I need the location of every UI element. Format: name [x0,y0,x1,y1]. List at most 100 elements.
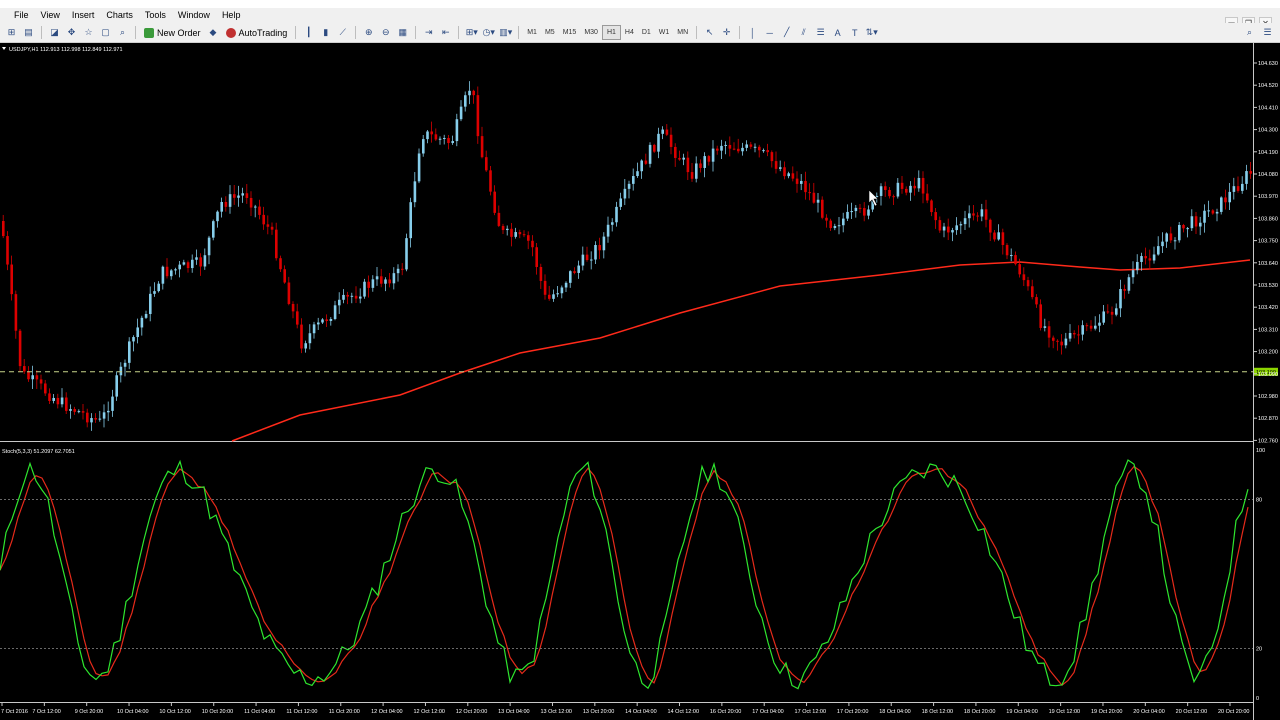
candle-body [182,262,186,265]
candle-body [774,161,778,169]
zoom-out-icon[interactable]: ⊖ [378,25,393,40]
zoom-in-icon[interactable]: ⊕ [361,25,376,40]
new-order-label: New Order [157,27,201,38]
candle-body [980,209,984,217]
indicator-header: Stoch(5,3,3) 51.2097 62.7051 [2,449,75,455]
arrows-icon[interactable]: ⇅▾ [864,25,879,40]
menu-view[interactable]: View [35,8,66,23]
stoch-level-label: 100 [1256,448,1265,454]
candle-body [434,134,438,140]
price-label: 103.200 [1258,350,1278,356]
candle-body [1081,325,1084,335]
terminal-icon[interactable]: ▢ [98,25,113,40]
menu-file[interactable]: File [0,8,35,23]
cursor-icon[interactable]: ↖ [702,25,717,40]
price-label: 104.300 [1258,128,1278,134]
candle-body [846,211,849,219]
market-watch-icon[interactable]: ◪ [47,25,62,40]
candle-body [653,144,656,152]
meta-editor-icon[interactable]: ◆ [206,25,221,40]
horizontal-line-icon[interactable]: ─ [762,25,777,40]
stoch-level-label: 20 [1256,646,1262,652]
candle-body [1077,334,1080,336]
candle-body [18,330,22,367]
indicators-icon[interactable]: ⊞▾ [464,25,479,40]
candle-body [354,295,358,299]
trendline-icon[interactable]: ╱ [779,25,794,40]
tester-icon[interactable]: ⌕ [115,25,130,40]
candle-body [485,157,488,171]
candle-body [249,197,253,208]
candle-body [1043,326,1047,328]
community-icon[interactable]: ☰ [1260,25,1275,40]
candle-body [455,119,459,142]
menu-window[interactable]: Window [172,8,216,23]
menu-insert[interactable]: Insert [66,8,101,23]
timeframe-mn[interactable]: MN [673,26,692,39]
time-axis: 7 Oct 2016 7 Oct 12:00 9 Oct 20:00 10 Oct 0… [1,703,1250,715]
chart-shift-icon[interactable]: ⇤ [438,25,453,40]
price-label: 104.080 [1258,172,1278,178]
candle-body [228,194,232,207]
candle-body [493,191,496,213]
search-icon[interactable]: ⌕ [1242,25,1257,40]
profiles-icon[interactable]: ▤ [21,25,36,40]
vertical-line-icon[interactable]: │ [745,25,760,40]
timeframe-h1[interactable]: H1 [601,25,621,40]
navigator-icon[interactable]: ✥ [64,25,79,40]
data-window-icon[interactable]: ☆ [81,25,96,40]
timeframe-m15[interactable]: M15 [559,26,581,39]
line-chart-icon[interactable]: ⟋ [335,25,350,40]
candle-body [98,418,102,420]
candle-body [56,397,60,405]
candlestick-icon[interactable]: ▮ [318,25,333,40]
candle-body [892,196,895,198]
candle-body [1224,197,1227,203]
candle-body [149,293,152,315]
candle-body [317,322,320,325]
time-label: 11 Oct 20:00 [329,709,360,715]
fibonacci-icon[interactable]: ☰ [813,25,828,40]
text-label-icon[interactable]: T [847,25,862,40]
candle-body [1039,304,1042,328]
candle-body [1005,244,1009,256]
channel-icon[interactable]: ⫽ [796,25,811,40]
crosshair-icon[interactable]: ✛ [719,25,734,40]
candle-body [900,182,904,189]
candle-body [23,366,26,372]
candle-body [81,411,85,413]
candle-body [392,273,396,284]
timeframe-m30[interactable]: M30 [580,26,602,39]
candle-body [1207,210,1210,212]
candle-body [984,209,988,220]
candle-body [44,383,47,394]
candle-body [1144,256,1147,259]
templates-icon[interactable]: ▥▾ [498,25,513,40]
time-label: 17 Oct 20:00 [837,709,869,715]
menu-tools[interactable]: Tools [139,8,172,23]
text-tool-icon[interactable]: A [830,25,845,40]
menu-help[interactable]: Help [216,8,247,23]
chart-area[interactable]: 103.100 104.630 104.520 104.410 104.300 104.… [0,43,1280,720]
autotrading-button[interactable]: AutoTrading [223,25,291,40]
candle-body [690,172,694,179]
new-chart-icon[interactable]: ⊞ [4,25,19,40]
tile-windows-icon[interactable]: ▦ [395,25,410,40]
timeframe-h4[interactable]: H4 [621,26,638,39]
candle-body [905,188,908,193]
bar-chart-icon[interactable]: ┃ [301,25,316,40]
candle-body [468,90,471,96]
candle-body [993,232,996,240]
candle-body [720,145,723,151]
timeframe-m5[interactable]: M5 [541,26,559,39]
menu-charts[interactable]: Charts [100,8,139,23]
new-order-button[interactable]: New Order [141,25,204,40]
candle-body [367,281,370,288]
chart-header-arrow-icon[interactable] [2,47,6,50]
auto-scroll-icon[interactable]: ⇥ [421,25,436,40]
periods-icon[interactable]: ◷▾ [481,25,496,40]
timeframe-w1[interactable]: W1 [655,26,674,39]
candle-body [300,324,303,349]
timeframe-m1[interactable]: M1 [523,26,541,39]
timeframe-d1[interactable]: D1 [638,26,655,39]
